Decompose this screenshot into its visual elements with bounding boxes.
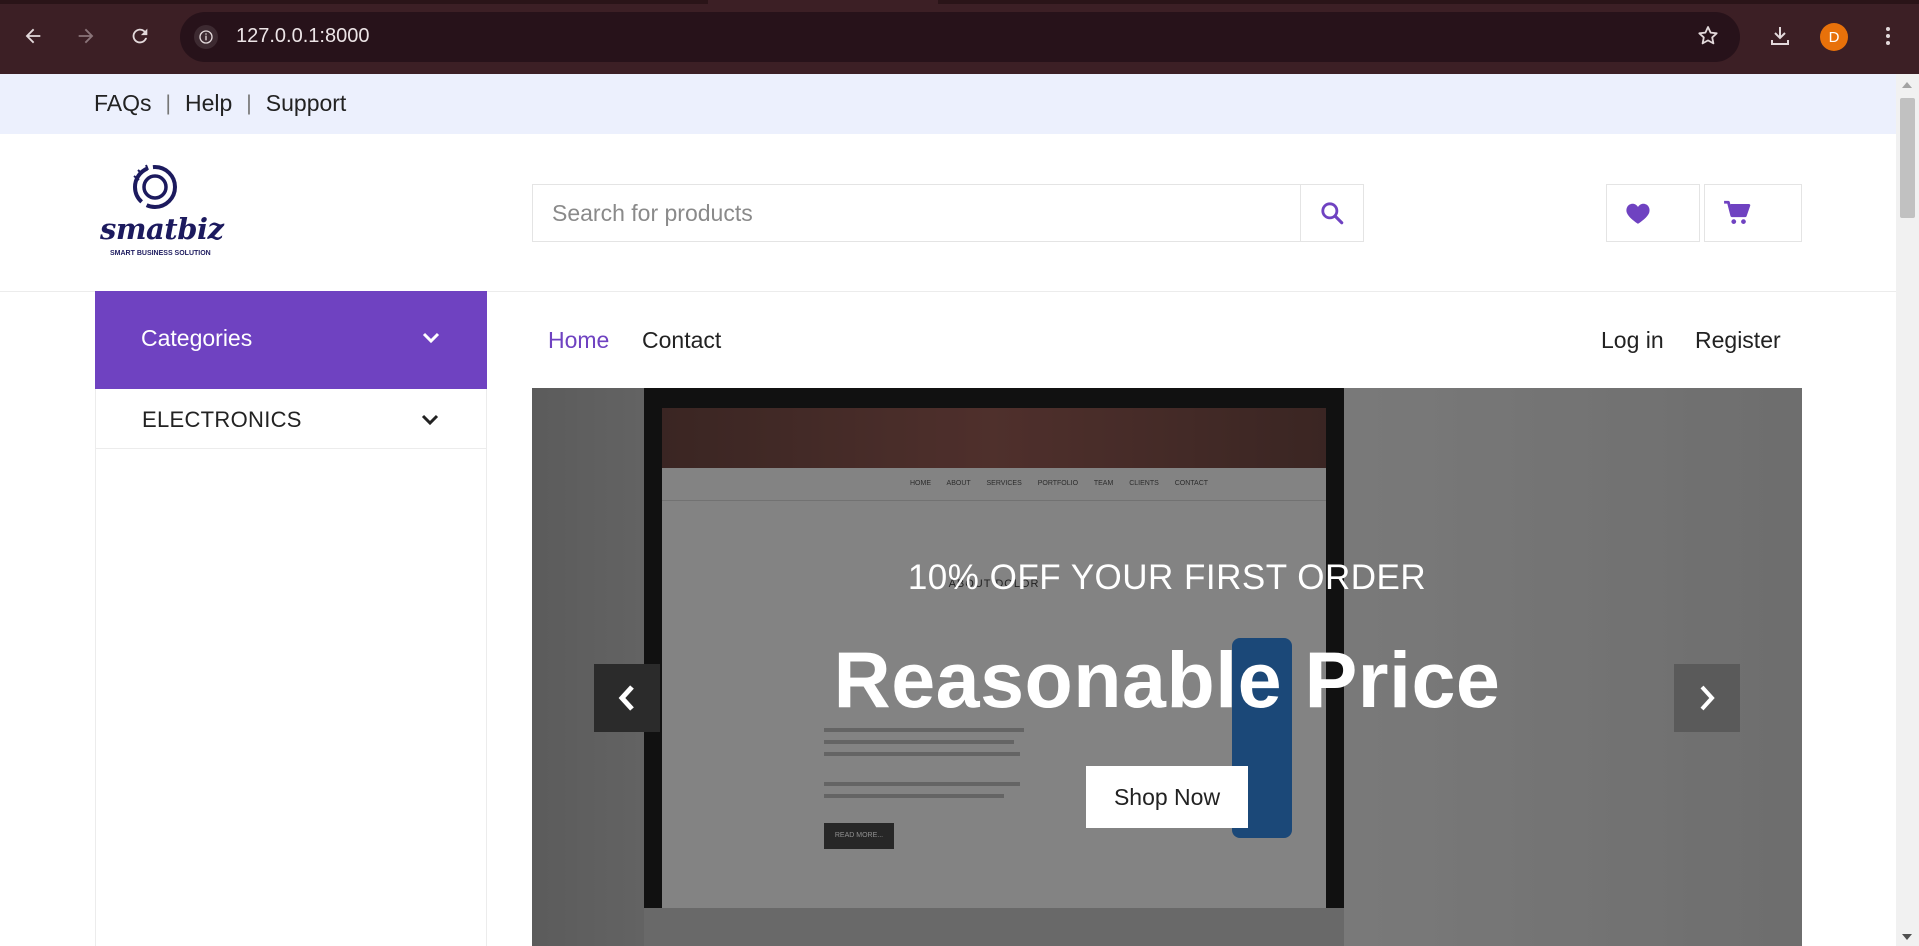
logo-mark-icon (133, 164, 177, 209)
chevron-down-icon (422, 332, 440, 344)
forward-icon[interactable] (70, 20, 102, 52)
bookmark-star-icon[interactable] (1696, 24, 1720, 53)
chevron-right-icon (1700, 685, 1715, 711)
reload-icon[interactable] (124, 20, 156, 52)
back-icon[interactable] (17, 20, 49, 52)
hero-carousel: HOME ABOUT SERVICES PORTFOLIO TEAM CLIEN… (532, 388, 1802, 946)
page-scrollbar[interactable] (1896, 74, 1919, 946)
nav-contact-link[interactable]: Contact (642, 327, 721, 354)
search-icon (1321, 202, 1344, 225)
logo-tagline: SMART BUSINESS SOLUTION (110, 250, 211, 257)
shop-now-button[interactable]: Shop Now (1086, 766, 1248, 828)
main-navbar: Home Contact Log in Register (532, 291, 1802, 389)
login-link[interactable]: Log in (1601, 327, 1664, 354)
tab-strip (0, 0, 1919, 4)
chevron-left-icon (618, 685, 634, 711)
help-link[interactable]: Help (185, 90, 232, 117)
scroll-up-icon[interactable] (1902, 82, 1912, 88)
browser-toolbar: 127.0.0.1:8000 D (0, 0, 1919, 74)
top-links-bar: FAQs | Help | Support (0, 74, 1896, 134)
register-link[interactable]: Register (1695, 327, 1781, 354)
sidebar-item-label: ELECTRONICS (142, 407, 302, 432)
faqs-link[interactable]: FAQs (94, 90, 152, 117)
active-tab[interactable] (708, 0, 938, 4)
carousel-prev-button[interactable] (594, 664, 660, 732)
search-input[interactable] (533, 185, 1301, 241)
carousel-title: Reasonable Price (833, 635, 1501, 724)
wishlist-button[interactable] (1606, 184, 1700, 242)
categories-title: Categories (141, 325, 253, 351)
support-link[interactable]: Support (266, 90, 347, 117)
link-separator: | (165, 91, 171, 115)
scroll-down-icon[interactable] (1902, 934, 1912, 940)
search-bar (532, 184, 1364, 242)
categories-toggle[interactable]: Categories (95, 291, 487, 389)
site-info-icon[interactable] (194, 25, 218, 49)
address-bar[interactable]: 127.0.0.1:8000 (180, 12, 1740, 62)
carousel-subtitle: 10% OFF YOUR FIRST ORDER (907, 558, 1427, 597)
scrollbar-thumb[interactable] (1900, 98, 1915, 218)
cart-button[interactable] (1704, 184, 1802, 242)
link-separator: | (246, 91, 252, 115)
site-header: smatbiz SMART BUSINESS SOLUTION (0, 134, 1896, 292)
url-text[interactable]: 127.0.0.1:8000 (236, 25, 369, 48)
categories-panel: ELECTRONICS (95, 389, 487, 946)
search-button[interactable] (1301, 185, 1363, 241)
more-menu-icon[interactable] (1872, 20, 1904, 52)
heart-icon (1626, 203, 1650, 224)
carousel-next-button[interactable] (1674, 664, 1740, 732)
cart-icon (1724, 200, 1751, 224)
web-page: FAQs | Help | Support smatbiz SMART BUSI… (0, 74, 1896, 946)
logo-text: smatbiz (100, 212, 224, 246)
download-icon[interactable] (1764, 20, 1796, 52)
profile-avatar[interactable]: D (1820, 23, 1848, 51)
site-logo[interactable]: smatbiz SMART BUSINESS SOLUTION (96, 162, 224, 262)
nav-home-link[interactable]: Home (548, 327, 609, 354)
sidebar-item-electronics[interactable]: ELECTRONICS (96, 389, 486, 449)
chevron-down-icon (421, 414, 439, 426)
